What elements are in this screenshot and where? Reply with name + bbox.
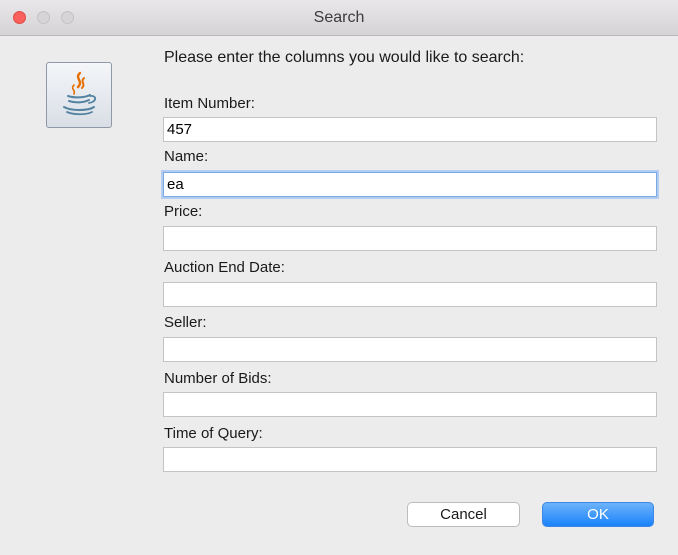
search-dialog-window: Search Please enter the columns you woul… [0, 0, 678, 555]
title-bar[interactable]: Search [0, 0, 678, 36]
java-coffee-cup-icon [46, 62, 112, 128]
time-of-query-label: Time of Query: [164, 425, 263, 442]
seller-label: Seller: [164, 314, 207, 331]
cancel-button[interactable]: Cancel [407, 502, 520, 527]
auction-end-date-label: Auction End Date: [164, 259, 285, 276]
time-of-query-input[interactable] [163, 447, 657, 472]
number-of-bids-input[interactable] [163, 392, 657, 417]
seller-input[interactable] [163, 337, 657, 362]
item-number-label: Item Number: [164, 95, 255, 112]
window-title: Search [313, 9, 365, 26]
ok-button[interactable]: OK [542, 502, 654, 527]
dialog-prompt: Please enter the columns you would like … [164, 49, 525, 66]
auction-end-date-input[interactable] [163, 282, 657, 307]
item-number-input[interactable] [163, 117, 657, 142]
number-of-bids-label: Number of Bids: [164, 370, 272, 387]
name-label: Name: [164, 148, 209, 165]
price-label: Price: [164, 203, 203, 220]
name-input[interactable] [163, 172, 657, 197]
price-input[interactable] [163, 226, 657, 251]
